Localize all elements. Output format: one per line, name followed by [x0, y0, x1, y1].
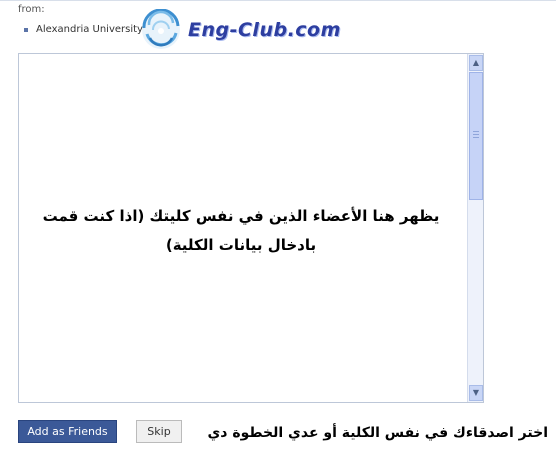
scroll-up-icon[interactable]: ▲ — [469, 55, 483, 71]
swirl-logo-icon — [142, 9, 180, 49]
vertical-scrollbar[interactable]: ▲ ▼ — [467, 54, 483, 402]
top-divider — [0, 0, 556, 1]
school-name: Alexandria University — [36, 24, 143, 35]
scroll-down-icon[interactable]: ▼ — [469, 385, 483, 401]
friends-box-message: يظهر هنا الأعضاء الذين في نفس كليتك (اذا… — [42, 207, 440, 254]
instruction-text: اختر اصدقاءك في نفس الكلية أو عدي الخطوة… — [207, 425, 548, 441]
skip-button[interactable]: Skip — [136, 420, 182, 443]
school-list-item: Alexandria University — [24, 24, 143, 35]
scroll-thumb[interactable] — [469, 72, 483, 200]
site-logo: Eng-Club.com — [140, 9, 341, 51]
grip-icon — [473, 131, 479, 138]
friends-list-box[interactable]: يظهر هنا الأعضاء الذين في نفس كليتك (اذا… — [18, 53, 484, 403]
add-as-friends-button[interactable]: Add as Friends — [18, 420, 117, 443]
logo-text: Eng-Club.com — [188, 19, 341, 41]
bullet-icon — [24, 27, 28, 32]
from-label: from: — [18, 4, 45, 15]
